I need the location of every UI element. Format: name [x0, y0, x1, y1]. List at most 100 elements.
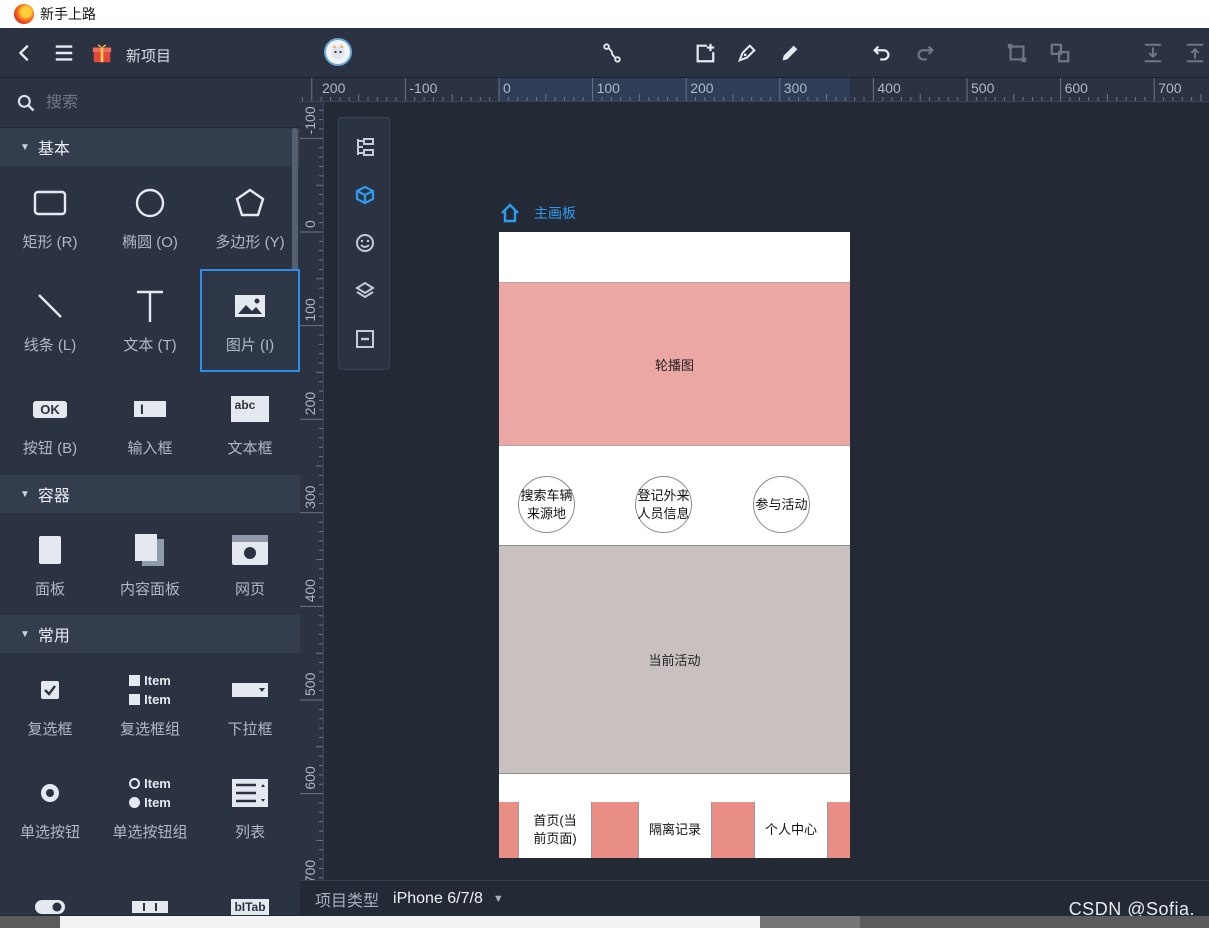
emoji-icon[interactable]	[352, 230, 378, 256]
ruler-label: 300	[784, 80, 808, 96]
radio-icon	[39, 773, 61, 813]
tab-home[interactable]: 首页(当前页面)	[518, 802, 592, 858]
ruler-label: 0	[503, 80, 511, 96]
component-label: 图片 (I)	[225, 337, 275, 354]
component-radio[interactable]: 单选按钮	[0, 756, 100, 859]
artboard-title: 主画板	[534, 205, 576, 221]
component-webpage[interactable]: 网页	[200, 513, 300, 615]
section-container-header[interactable]: ▼ 容器	[0, 475, 300, 513]
component-checkbox[interactable]: 复选框	[0, 653, 100, 756]
segmented-icon	[131, 887, 169, 916]
firefox-logo-icon	[14, 4, 34, 24]
section-basic-header[interactable]: ▼ 基本	[0, 128, 300, 166]
text-icon	[135, 286, 165, 326]
layers-icon[interactable]	[352, 278, 378, 304]
component-label: 复选框组	[119, 721, 180, 738]
component-button[interactable]: OK 按钮 (B)	[0, 372, 100, 475]
activity-block[interactable]: 当前活动	[499, 545, 850, 774]
component-textarea[interactable]: abc 文本框	[200, 372, 300, 475]
carousel-block[interactable]: 轮播图	[499, 282, 850, 446]
component-tab[interactable]: bITab	[200, 859, 300, 915]
component-input[interactable]: I 输入框	[100, 372, 200, 475]
gift-icon[interactable]	[89, 40, 115, 66]
button-icon: OK	[33, 389, 67, 429]
pencil-icon[interactable]	[777, 40, 803, 66]
ruler-label: 300	[302, 485, 318, 509]
top-toolbar: 新项目	[0, 28, 1209, 78]
component-dropdown[interactable]: 下拉框	[200, 653, 300, 756]
rectangle-icon	[33, 183, 67, 223]
component-icon[interactable]	[352, 182, 378, 208]
add-page-icon[interactable]	[692, 40, 718, 66]
circle-label: 搜索车辆来源地	[520, 487, 573, 521]
pen-icon[interactable]	[734, 40, 760, 66]
back-icon[interactable]	[12, 40, 38, 66]
component-checkbox-group[interactable]: Item Item 复选框组	[100, 653, 200, 756]
component-image[interactable]: 图片 (I)	[200, 269, 300, 372]
tab-icon: bITab	[231, 887, 269, 916]
circle-button[interactable]: 登记外来人员信息	[635, 476, 692, 533]
ruler-horizontal: 200 -100 0 100 200 300 400 500 600 700	[300, 78, 1209, 102]
project-type-select[interactable]: iPhone 6/7/8	[393, 890, 483, 908]
tab-profile[interactable]: 个人中心	[754, 802, 828, 858]
section-title: 基本	[37, 141, 70, 158]
ruler-label: 700	[302, 860, 318, 880]
ruler-label: 200	[322, 80, 346, 96]
component-label: 单选按钮组	[112, 824, 188, 841]
circle-button[interactable]: 参与活动	[753, 476, 810, 533]
component-text[interactable]: 文本 (T)	[100, 269, 200, 372]
menu-icon[interactable]	[51, 40, 77, 66]
component-label: 椭圆 (O)	[122, 234, 178, 251]
master-icon[interactable]	[352, 326, 378, 352]
ruler-vertical: -100 0 100 200 300 400 500 600 700	[300, 102, 324, 880]
chevron-down-icon: ▼	[20, 628, 30, 640]
undo-icon[interactable]	[869, 40, 895, 66]
circle-button[interactable]: 搜索车辆来源地	[518, 476, 575, 533]
component-line[interactable]: 线条 (L)	[0, 269, 100, 372]
outline-icon[interactable]	[352, 134, 378, 160]
connector-icon[interactable]	[599, 40, 625, 66]
textarea-icon: abc	[230, 389, 270, 429]
chevron-down-icon: ▼	[20, 488, 30, 500]
component-label: 单选按钮	[19, 824, 80, 841]
checkbox-icon	[40, 670, 60, 710]
align-bottom-icon[interactable]	[1140, 40, 1166, 66]
component-polygon[interactable]: 多边形 (Y)	[200, 166, 300, 269]
component-label: 线条 (L)	[23, 337, 77, 354]
component-label: 多边形 (Y)	[215, 234, 285, 251]
phone-artboard[interactable]: 轮播图 搜索车辆来源地 登记外来人员信息 参与活动 当前活动 首页(当前页面) …	[499, 232, 850, 858]
window-title: 新手上路	[40, 6, 96, 22]
section-title: 常用	[37, 628, 70, 645]
ruler-ticks: -100 0 100 200 300 400 500 600 700	[300, 106, 323, 880]
tab-records[interactable]: 隔离记录	[638, 802, 712, 858]
component-label: 按钮 (B)	[22, 440, 78, 457]
section-common-header[interactable]: ▼ 常用	[0, 615, 300, 653]
component-radio-group[interactable]: Item Item 单选按钮组	[100, 756, 200, 859]
polygon-icon	[234, 183, 266, 223]
circle-label: 参与活动	[755, 496, 808, 512]
group-icon[interactable]	[1004, 40, 1030, 66]
component-toggle[interactable]	[0, 859, 100, 915]
input-icon: I	[134, 389, 166, 429]
ungroup-icon[interactable]	[1047, 40, 1073, 66]
search-input[interactable]	[46, 93, 266, 112]
component-ellipse[interactable]: 椭圆 (O)	[100, 166, 200, 269]
component-panel[interactable]: 面板	[0, 513, 100, 615]
redo-icon[interactable]	[912, 40, 938, 66]
artboard-label[interactable]: 主画板	[500, 203, 576, 223]
component-content-panel[interactable]: 内容面板	[100, 513, 200, 615]
tab-label: 个人中心	[764, 822, 817, 837]
section-title: 容器	[37, 488, 70, 505]
ruler-label: 200	[302, 392, 318, 416]
webpage-icon	[231, 530, 269, 570]
component-rectangle[interactable]: 矩形 (R)	[0, 166, 100, 269]
chevron-down-icon[interactable]: ▼	[493, 893, 504, 905]
component-list[interactable]: 列表	[200, 756, 300, 859]
project-name[interactable]: 新项目	[126, 45, 171, 66]
component-segmented[interactable]	[100, 859, 200, 915]
align-top-icon[interactable]	[1182, 40, 1208, 66]
component-label: 矩形 (R)	[22, 234, 78, 251]
container-grid: 面板 内容面板 网页	[0, 513, 300, 615]
tab-bar: 首页(当前页面) 隔离记录 个人中心	[499, 802, 850, 858]
avatar[interactable]	[324, 38, 352, 66]
